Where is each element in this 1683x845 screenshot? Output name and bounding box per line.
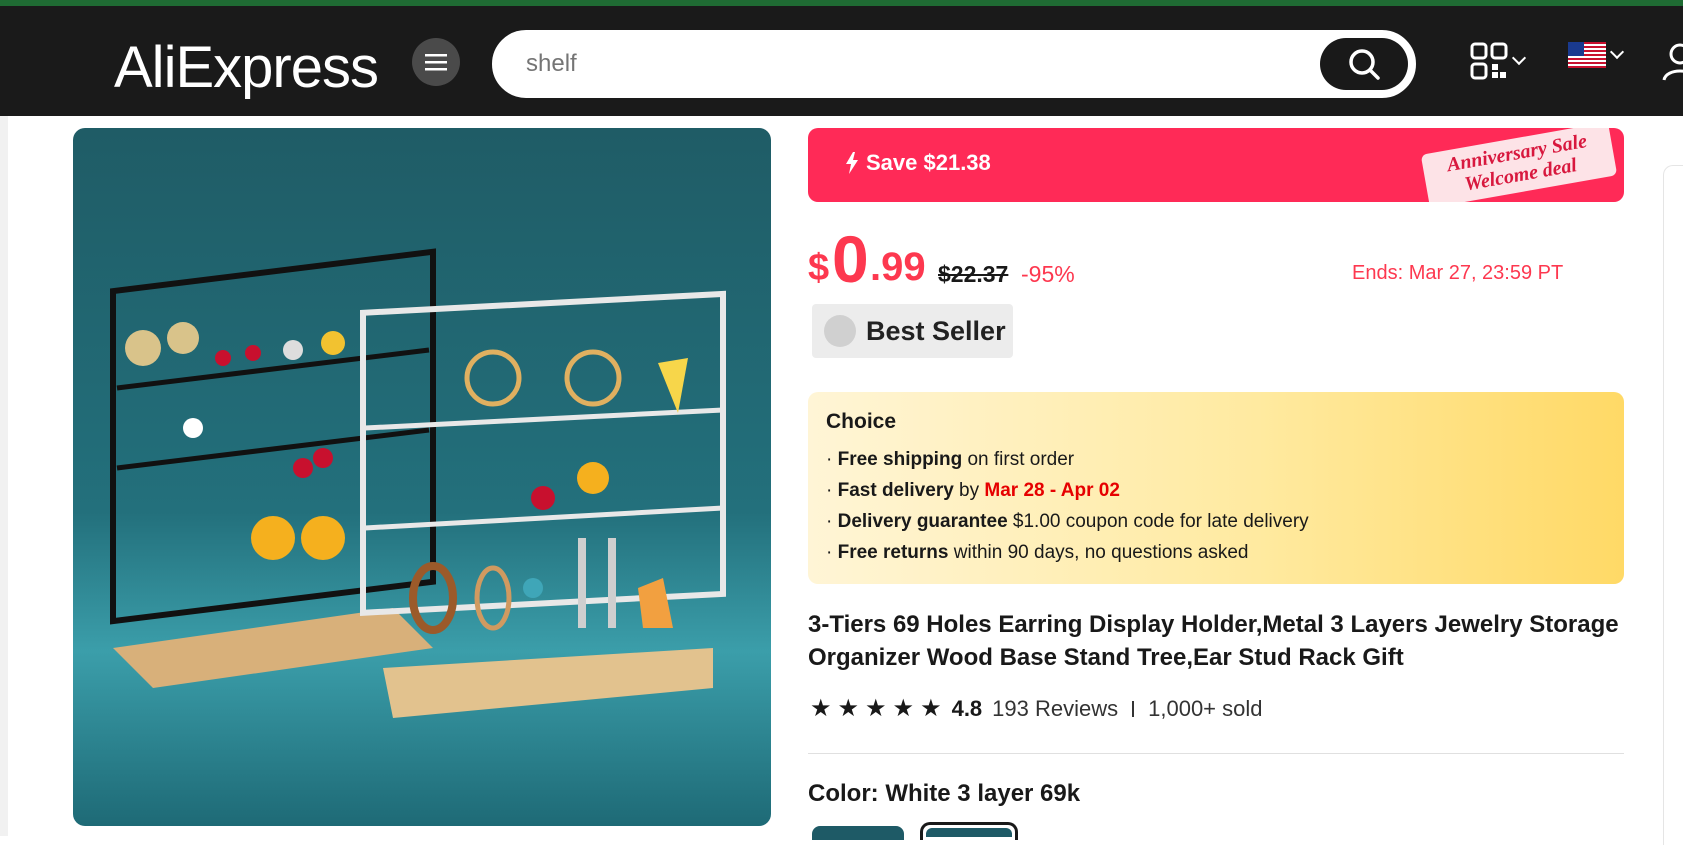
star-icon: ★ (837, 695, 860, 722)
earring-stand-illustration (110, 248, 726, 718)
benefit-free-shipping: · Free shipping on first order (826, 449, 1075, 470)
region-selector[interactable] (1568, 42, 1625, 68)
categories-menu-button[interactable] (412, 38, 460, 86)
benefit-label: Free returns (837, 542, 949, 563)
star-icon: ★ (892, 695, 915, 722)
best-seller-badge[interactable]: Best Seller (812, 304, 1013, 358)
reviews-link[interactable]: 193 Reviews (992, 696, 1118, 722)
best-seller-icon (824, 315, 856, 347)
lightning-icon (846, 152, 858, 174)
search-bar (492, 30, 1416, 98)
aliexpress-logo[interactable]: AliExpress (114, 34, 379, 101)
right-panel-edge (1663, 165, 1683, 845)
benefit-delivery-guarantee: · Delivery guarantee $1.00 coupon code f… (826, 511, 1309, 532)
color-swatch-option[interactable] (812, 826, 904, 840)
benefit-detail: by (953, 480, 985, 501)
separator (1132, 701, 1135, 717)
rating-row: ★ ★ ★ ★ ★ 4.8 193 Reviews 1,000+ sold (810, 696, 1263, 722)
star-icon: ★ (865, 695, 887, 722)
save-amount: Save $21.38 (866, 150, 991, 175)
price-decimal: .99 (870, 245, 926, 289)
search-button[interactable] (1320, 38, 1408, 90)
price-currency: $ (808, 247, 830, 289)
benefit-fast-delivery: · Fast delivery by Mar 28 - Apr 02 (826, 480, 1120, 501)
original-price: $22.37 (938, 261, 1009, 287)
benefit-label: Free shipping (837, 449, 963, 470)
color-selection-label: Color: White 3 layer 69k (808, 780, 1081, 807)
product-title: 3-Tiers 69 Holes Earring Display Holder,… (808, 611, 1619, 671)
us-flag-icon (1568, 42, 1606, 68)
choice-title: Choice (826, 410, 897, 433)
qr-code-icon (1470, 42, 1508, 80)
star-icon: ★ (810, 695, 832, 722)
benefit-detail: on first order (962, 449, 1075, 470)
chevron-down-icon (1511, 50, 1527, 66)
anniversary-sale-tag: Anniversary Sale Welcome deal (1420, 128, 1618, 202)
search-input[interactable] (526, 44, 1306, 84)
star-icon: ★ (920, 695, 942, 722)
star-rating[interactable]: ★ ★ ★ ★ ★ (810, 697, 942, 721)
chevron-down-icon (1609, 44, 1625, 60)
qr-code-menu[interactable] (1470, 42, 1527, 80)
site-header: AliExpress (0, 6, 1683, 116)
benefit-free-returns: · Free returns within 90 days, no questi… (826, 542, 1249, 563)
left-gutter (0, 116, 8, 836)
promo-banner[interactable]: Save $21.38 Anniversary Sale Welcome dea… (808, 128, 1624, 202)
benefit-detail: $1.00 coupon code for late delivery (1007, 511, 1309, 532)
best-seller-label: Best Seller (866, 315, 1006, 346)
benefit-label: Delivery guarantee (837, 511, 1008, 532)
price-whole: 0 (832, 222, 869, 296)
user-icon (1662, 43, 1683, 81)
color-swatch-selected[interactable] (920, 822, 1018, 840)
account-button[interactable] (1660, 42, 1683, 82)
benefit-detail: within 90 days, no questions asked (948, 542, 1249, 563)
choice-benefits-panel[interactable]: Choice · Free shipping on first order · … (808, 392, 1624, 584)
hamburger-icon (425, 54, 447, 71)
delivery-date-range: Mar 28 - Apr 02 (984, 480, 1120, 501)
rating-value: 4.8 (951, 696, 983, 721)
product-main-image[interactable] (73, 128, 771, 826)
search-icon (1349, 49, 1380, 80)
benefit-label: Fast delivery (837, 480, 954, 501)
discount-percent: -95% (1021, 261, 1075, 287)
sale-ends-time: Ends: Mar 27, 23:59 PT (1352, 262, 1564, 284)
sold-count: 1,000+ sold (1148, 696, 1263, 721)
section-divider (808, 753, 1624, 754)
